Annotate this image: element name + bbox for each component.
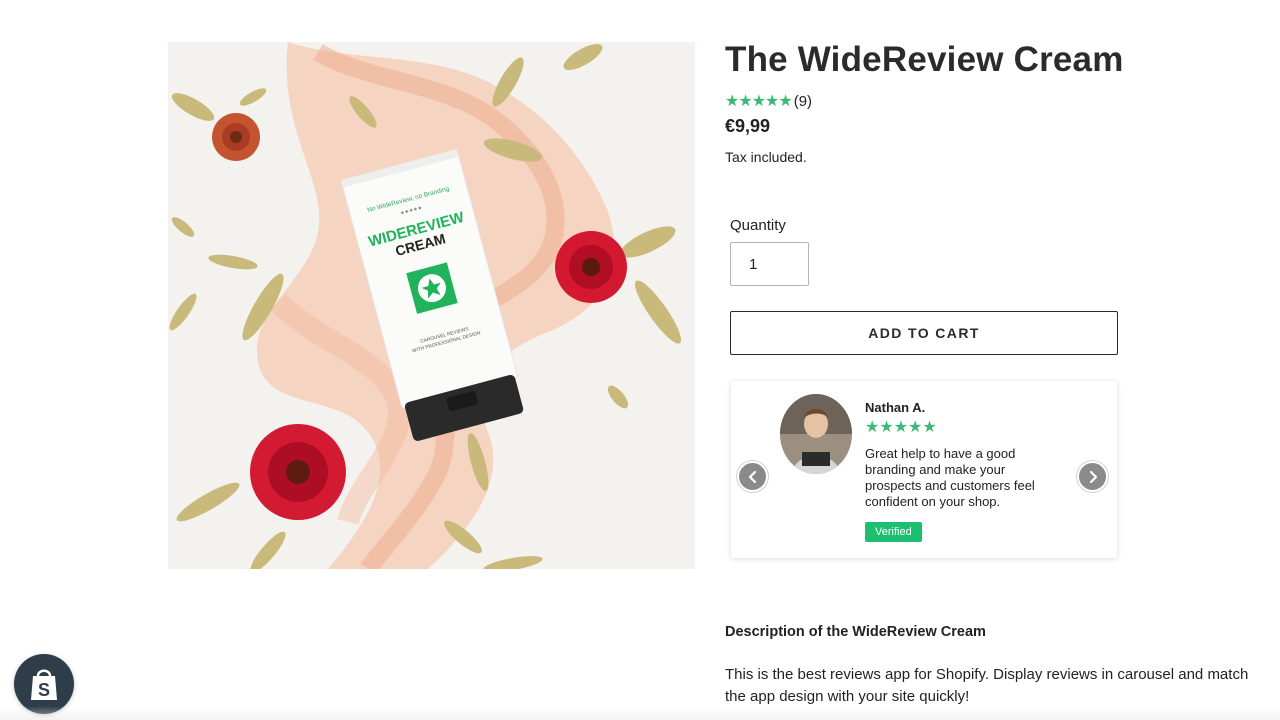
- add-to-cart-button[interactable]: ADD TO CART: [730, 311, 1118, 355]
- reviewer-name: Nathan A.: [865, 400, 926, 415]
- quantity-label: Quantity: [730, 217, 786, 234]
- description-body: This is the best reviews app for Shopify…: [725, 666, 1249, 705]
- product-rating[interactable]: ★★★★★ (9): [725, 92, 812, 112]
- review-stars-icon: ★★★★★: [865, 419, 937, 436]
- product-price: €9,99: [725, 116, 771, 136]
- shopify-bag-icon[interactable]: S: [14, 654, 74, 714]
- review-text: Great help to have a good branding and m…: [865, 446, 1035, 509]
- rating-count: (9): [793, 93, 813, 110]
- review-carousel: Nathan A. ★★★★★ Great help to have a goo…: [731, 381, 1117, 558]
- product-image: No WideReview, no Branding ★★★★★ WIDEREV…: [168, 42, 695, 569]
- product-title: The WideReview Cream: [725, 40, 1124, 79]
- quantity-input[interactable]: [730, 242, 809, 286]
- description-heading: Description of the WideReview Cream: [725, 624, 986, 640]
- reviewer-avatar: [780, 394, 852, 474]
- tax-note: Tax included.: [725, 149, 807, 165]
- chevron-left-icon[interactable]: [737, 461, 768, 492]
- rating-stars-icon: ★★★★★: [725, 93, 793, 110]
- chevron-right-icon[interactable]: [1077, 461, 1108, 492]
- shopify-letter: S: [38, 680, 50, 700]
- page-bottom-shadow: [0, 706, 1280, 720]
- verified-badge: Verified: [865, 522, 922, 542]
